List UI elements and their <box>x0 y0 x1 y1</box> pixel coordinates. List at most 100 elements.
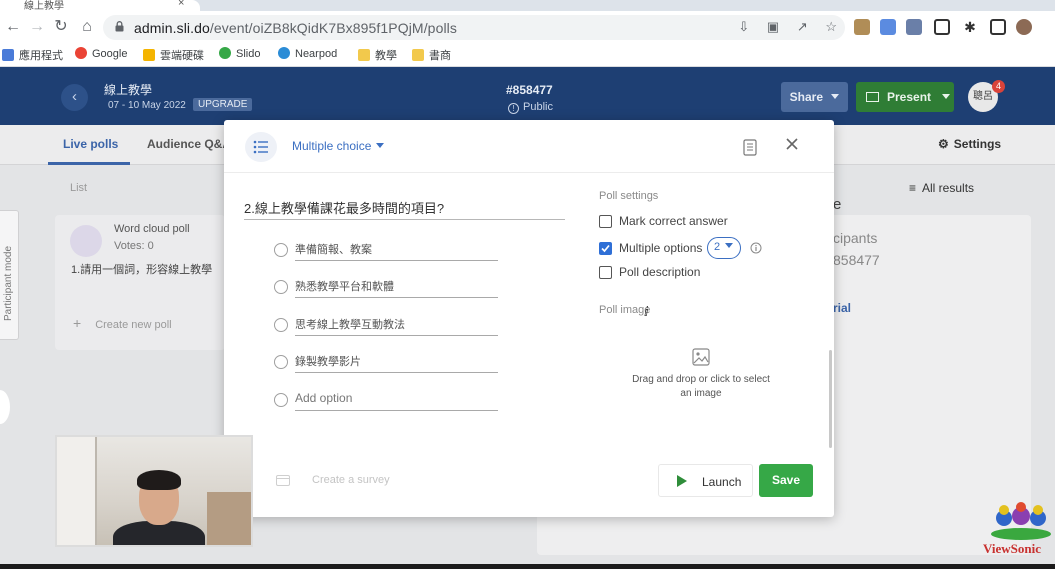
browser-tab[interactable]: 線上教學 × <box>0 0 200 12</box>
poll-card-votes: Votes: 0 <box>114 240 154 252</box>
option-radio <box>274 318 288 332</box>
caret-down-icon <box>942 94 951 99</box>
multiple-options-count: 2 <box>714 241 721 253</box>
tab-audience-qa[interactable]: Audience Q&A <box>147 137 231 151</box>
extension-3-icon[interactable] <box>906 19 922 35</box>
event-name: 線上教學 <box>104 83 153 97</box>
reload-icon[interactable]: ↻ <box>50 16 72 38</box>
folder-icon <box>358 49 370 61</box>
bookmark-drive[interactable]: 雲端硬碟 <box>143 47 204 63</box>
poll-description-checkbox[interactable] <box>599 266 612 279</box>
extension-4-icon[interactable] <box>934 19 950 35</box>
lock-icon <box>115 21 124 32</box>
back-arrow-icon[interactable]: ← <box>2 16 24 38</box>
visibility-text: Public <box>523 101 553 113</box>
present-label: Present <box>887 90 932 104</box>
install-icon[interactable]: ⇩ <box>738 19 749 34</box>
participant-mode-toggle[interactable]: Participant mode <box>0 210 19 340</box>
extension-1-icon[interactable] <box>854 19 870 35</box>
info-icon[interactable] <box>750 242 762 254</box>
option-input[interactable]: 熟悉教學平台和軟體 <box>295 276 498 298</box>
extensions-puzzle-icon[interactable]: ✱ <box>962 19 978 35</box>
bookmark-folder-publishers[interactable]: 書商 <box>412 47 451 63</box>
bookmark-label: Google <box>92 48 128 60</box>
bookmark-label: Slido <box>236 48 261 60</box>
translate-icon[interactable]: ▣ <box>767 19 779 34</box>
option-input[interactable]: 錄製教學影片 <box>295 351 498 373</box>
poll-settings-title: Poll settings <box>599 190 659 202</box>
bottom-edge <box>0 564 1055 569</box>
image-icon <box>692 348 710 366</box>
profile-avatar-icon[interactable] <box>1016 19 1032 35</box>
dropzone-text: Drag and drop or click to select an imag… <box>632 374 770 399</box>
poll-type-dropdown[interactable]: Multiple choice <box>292 139 385 153</box>
all-results-button[interactable]: ≡ All results <box>909 181 974 195</box>
share-button[interactable]: Share <box>781 82 848 112</box>
bookmark-apps[interactable]: 應用程式 <box>2 47 63 63</box>
chevron-left-icon: ‹ <box>72 88 77 105</box>
upgrade-badge[interactable]: UPGRADE <box>193 98 253 111</box>
option-radio <box>274 243 288 257</box>
notes-icon[interactable] <box>743 139 757 156</box>
poll-card-title[interactable]: Word cloud poll <box>114 223 190 235</box>
add-option-input[interactable]: Add option <box>295 389 498 411</box>
webcam-cabinet <box>207 492 251 545</box>
text-cursor-icon: ⅈ <box>644 304 649 319</box>
side-panel-icon[interactable] <box>990 19 1006 35</box>
multiple-options-checkbox[interactable] <box>599 242 612 255</box>
side-handle[interactable] <box>0 390 10 424</box>
tab-live-polls[interactable]: Live polls <box>63 137 118 151</box>
url-omnibox[interactable]: admin.sli.do/event/oiZB8kQidK7Bx895f1PQj… <box>103 15 845 40</box>
mark-correct-checkbox[interactable] <box>599 215 612 228</box>
event-code: #858477 <box>506 83 553 97</box>
tab-close-icon[interactable]: × <box>178 0 184 9</box>
extension-2-icon[interactable] <box>880 19 896 35</box>
share-page-icon[interactable]: ↗ <box>797 19 808 34</box>
launch-label: Launch <box>702 475 742 489</box>
option-radio <box>274 355 288 369</box>
mark-correct-label: Mark correct answer <box>619 214 728 228</box>
create-new-poll-button[interactable]: + Create new poll <box>73 315 172 331</box>
close-icon[interactable] <box>785 137 799 151</box>
settings-link[interactable]: ⚙ Settings <box>938 137 1001 151</box>
drive-icon <box>143 49 155 61</box>
option-row: 準備簡報、教案 <box>272 238 499 262</box>
save-button[interactable]: Save <box>759 464 813 497</box>
share-label: Share <box>789 90 823 104</box>
forward-arrow-icon[interactable]: → <box>26 16 48 38</box>
home-icon[interactable]: ⌂ <box>76 16 98 38</box>
poll-type-label: Multiple choice <box>292 139 372 153</box>
question-input[interactable]: 2.線上教學備課花最多時間的項目? <box>244 198 565 220</box>
visibility-label: ! Public <box>508 101 553 114</box>
bookmark-label: 雲端硬碟 <box>160 50 204 62</box>
bookmark-google[interactable]: Google <box>75 47 127 60</box>
multiple-choice-icon <box>245 132 277 162</box>
checkmark-icon <box>601 244 610 253</box>
multiple-options-count-select[interactable]: 2 <box>707 237 741 259</box>
bookmark-slido[interactable]: Slido <box>219 47 260 60</box>
url-host: admin.sli.do <box>134 20 210 36</box>
viewsonic-logo-text: ViewSonic <box>983 541 1042 556</box>
event-dates: 07 - 10 May 2022 <box>108 100 186 111</box>
launch-button[interactable]: Launch <box>658 464 753 497</box>
modal-scrollbar[interactable] <box>829 350 832 448</box>
webcam-video <box>55 435 253 547</box>
preview-tutorial-link-fragment[interactable]: rial <box>833 301 851 315</box>
url-text: admin.sli.do/event/oiZB8kQidK7Bx895f1PQj… <box>134 20 457 36</box>
option-input[interactable]: 準備簡報、教案 <box>295 239 498 261</box>
info-circle-icon: ! <box>508 103 519 114</box>
back-button[interactable]: ‹ <box>61 84 88 111</box>
bookmark-label: 應用程式 <box>19 50 63 62</box>
folder-icon <box>412 49 424 61</box>
bookmark-folder-teaching[interactable]: 教學 <box>358 47 397 63</box>
bookmark-star-icon[interactable]: ☆ <box>825 19 837 34</box>
all-results-label: All results <box>922 181 975 195</box>
bookmark-label: 教學 <box>375 50 397 62</box>
option-row: 錄製教學影片 <box>272 350 499 374</box>
present-button[interactable]: Present <box>856 82 954 112</box>
option-input[interactable]: 思考線上教學互動教法 <box>295 314 498 336</box>
create-survey-link[interactable]: Create a survey <box>312 474 390 486</box>
participant-mode-label: Participant mode <box>3 245 14 321</box>
bookmark-nearpod[interactable]: Nearpod <box>278 47 337 60</box>
option-radio <box>274 393 288 407</box>
